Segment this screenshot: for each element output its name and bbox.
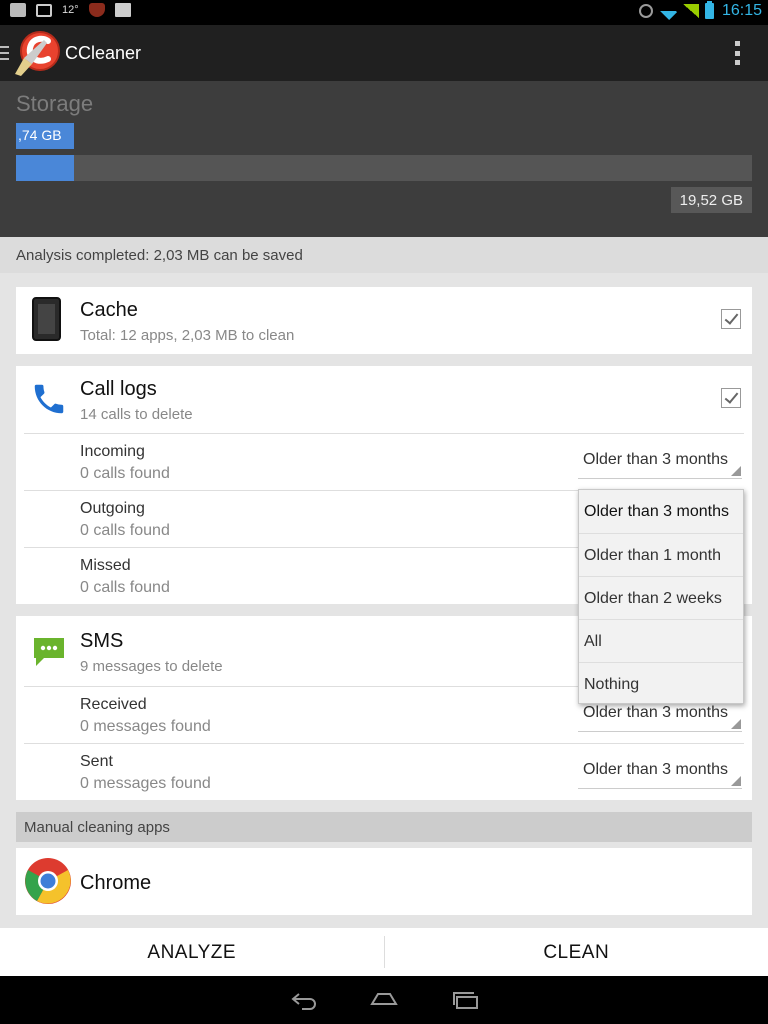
wifi-icon: [658, 1, 678, 21]
chrome-card[interactable]: Chrome: [16, 848, 752, 915]
call-logs-header[interactable]: Call logs 14 calls to delete: [16, 366, 752, 433]
analysis-status: Analysis completed: 2,03 MB can be saved: [0, 237, 768, 273]
missed-title: Missed: [80, 557, 131, 574]
cache-checkbox[interactable]: [721, 309, 741, 329]
dropdown-option[interactable]: Older than 1 month: [579, 533, 743, 576]
store-notification-icon: [114, 3, 131, 17]
tablet-icon: [32, 297, 61, 341]
status-time: 16:15: [721, 2, 762, 19]
call-logs-checkbox[interactable]: [721, 388, 741, 408]
dropdown-option[interactable]: Nothing: [579, 662, 743, 705]
home-icon[interactable]: [370, 988, 398, 1012]
bottom-action-bar: ANALYZE CLEAN: [0, 928, 768, 976]
received-subtitle: 0 messages found: [80, 718, 211, 735]
system-navigation-bar: [0, 976, 768, 1024]
chrome-title: Chrome: [80, 872, 152, 894]
temperature-text: 12°: [62, 4, 79, 16]
manual-cleaning-header: Manual cleaning apps: [16, 812, 752, 842]
app-title: CCleaner: [65, 43, 142, 63]
clean-button[interactable]: CLEAN: [385, 928, 768, 976]
gallery-notification-icon: [10, 3, 26, 17]
drawer-menu-icon[interactable]: [0, 46, 9, 60]
cache-title: Cache: [80, 299, 138, 321]
back-icon[interactable]: [290, 988, 318, 1012]
ccleaner-logo-icon[interactable]: [12, 30, 62, 76]
storage-bar: [16, 155, 752, 181]
dropdown-option[interactable]: Older than 2 weeks: [579, 576, 743, 619]
status-bar: 12° 16:15: [0, 0, 768, 25]
incoming-title: Incoming: [80, 443, 145, 460]
sent-age-spinner[interactable]: Older than 3 months: [578, 753, 742, 789]
call-logs-subtitle: 14 calls to delete: [80, 406, 193, 423]
list-item: Incoming 0 calls found Older than 3 mont…: [16, 433, 752, 490]
incoming-age-spinner[interactable]: Older than 3 months: [578, 443, 742, 479]
age-dropdown-menu: Older than 3 months Older than 1 month O…: [578, 489, 744, 704]
chrome-icon: [25, 858, 71, 904]
battery-icon: [704, 1, 714, 19]
gmail-notification-icon: [36, 3, 52, 17]
total-storage-label: 19,52 GB: [670, 187, 752, 213]
action-bar: CCleaner: [0, 25, 768, 81]
cache-card[interactable]: Cache Total: 12 apps, 2,03 MB to clean: [16, 287, 752, 354]
dropdown-option[interactable]: All: [579, 619, 743, 662]
analyze-button[interactable]: ANALYZE: [0, 928, 384, 976]
storage-bar-fill: [16, 155, 75, 181]
missed-subtitle: 0 calls found: [80, 579, 170, 596]
sms-title: SMS: [80, 630, 124, 652]
storage-panel: Storage ,74 GB 19,52 GB: [0, 81, 768, 237]
sms-subtitle: 9 messages to delete: [80, 658, 223, 675]
received-title: Received: [80, 696, 147, 713]
security-app-icon: [88, 3, 105, 17]
dropdown-option[interactable]: Older than 3 months: [579, 490, 743, 533]
sent-title: Sent: [80, 753, 113, 770]
used-storage-label: ,74 GB: [16, 123, 74, 149]
incoming-subtitle: 0 calls found: [80, 465, 170, 482]
sent-subtitle: 0 messages found: [80, 775, 211, 792]
list-item: Sent 0 messages found Older than 3 month…: [16, 743, 752, 800]
outgoing-subtitle: 0 calls found: [80, 522, 170, 539]
cache-subtitle: Total: 12 apps, 2,03 MB to clean: [80, 327, 295, 344]
recent-apps-icon[interactable]: [452, 988, 480, 1012]
alarm-icon: [638, 4, 653, 18]
outgoing-title: Outgoing: [80, 500, 145, 517]
call-logs-title: Call logs: [80, 378, 157, 400]
signal-icon: [682, 4, 699, 18]
storage-title: Storage: [16, 91, 94, 116]
phone-icon: [34, 384, 64, 414]
overflow-menu-icon[interactable]: [734, 41, 740, 65]
sms-icon: [34, 638, 64, 666]
